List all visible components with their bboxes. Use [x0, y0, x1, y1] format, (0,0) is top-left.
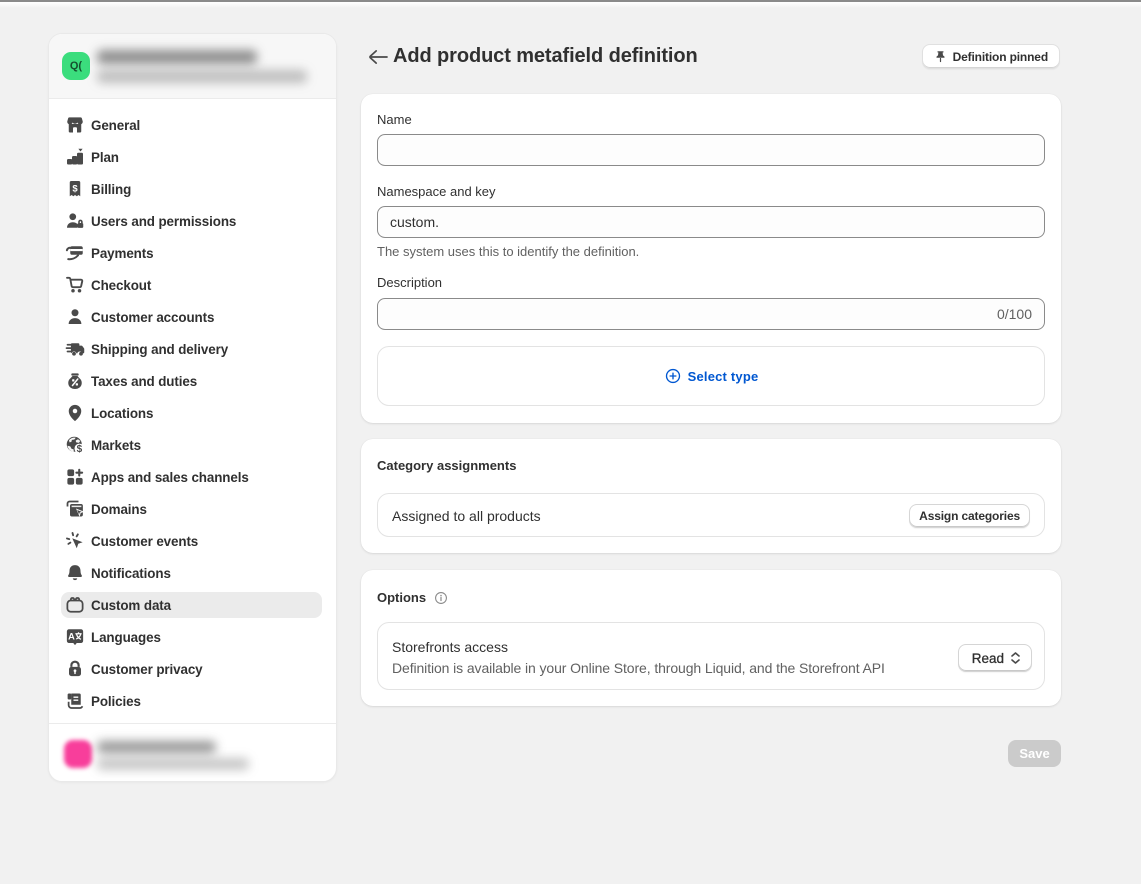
svg-text:$: $ — [72, 183, 78, 194]
svg-text:A: A — [68, 631, 75, 641]
svg-text:$: $ — [77, 444, 83, 455]
